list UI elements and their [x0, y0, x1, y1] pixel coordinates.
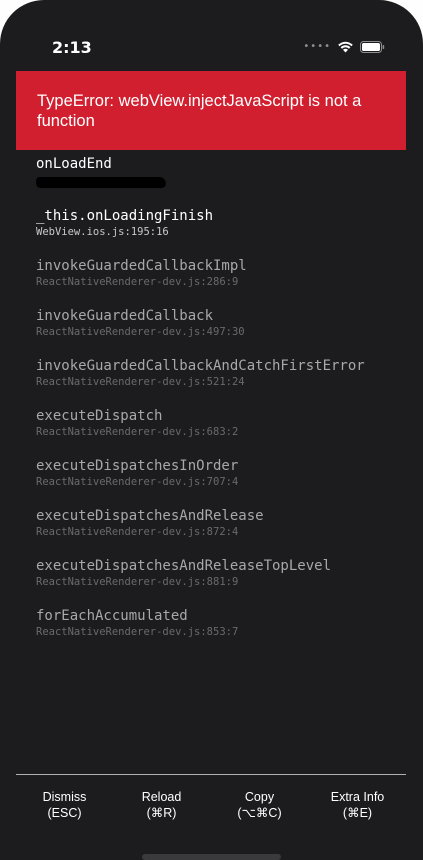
status-time: 2:13	[52, 38, 92, 57]
dismiss-button[interactable]: Dismiss (ESC)	[17, 789, 112, 821]
extra-info-button[interactable]: Extra Info (⌘E)	[310, 789, 405, 821]
wifi-icon	[337, 40, 354, 53]
stack-frame[interactable]: invokeGuardedCallbackImpl ReactNativeRen…	[36, 257, 416, 289]
frame-file: ReactNativeRenderer-dev.js:683:2	[36, 426, 239, 438]
stack-frame[interactable]: invokeGuardedCallbackAndCatchFirstError …	[36, 357, 416, 389]
dismiss-label: Dismiss	[42, 790, 87, 804]
frame-file: ReactNativeRenderer-dev.js:497:30	[36, 326, 245, 338]
frame-method: invokeGuardedCallback	[36, 308, 214, 324]
redbox-error-screen: 2:13 •••• TypeError: webView.injectJavaS…	[0, 0, 423, 860]
error-message: TypeError: webView.injectJavaScript is n…	[37, 92, 362, 130]
redacted-file-scribble	[35, 177, 167, 188]
frame-method: executeDispatchesAndReleaseTopLevel	[36, 558, 332, 574]
status-bar: 2:13 ••••	[0, 0, 423, 70]
frame-file: ReactNativeRenderer-dev.js:881:9	[36, 576, 239, 588]
stack-frame[interactable]: forEachAccumulated ReactNativeRenderer-d…	[36, 607, 416, 639]
redbox-footer: Dismiss (ESC) Reload (⌘R) Copy (⌥⌘C) Ext…	[16, 774, 406, 835]
stack-frame[interactable]: executeDispatchesAndRelease ReactNativeR…	[36, 507, 416, 539]
frame-method: executeDispatch	[36, 408, 163, 424]
reload-button[interactable]: Reload (⌘R)	[114, 789, 209, 821]
reload-label: Reload	[141, 790, 182, 804]
cellular-signal-icon: ••••	[303, 40, 331, 52]
frame-method: invokeGuardedCallbackAndCatchFirstError	[36, 358, 365, 374]
frame-file: ReactNativeRenderer-dev.js:521:24	[36, 376, 245, 388]
frame-method: executeDispatchesAndRelease	[36, 508, 264, 524]
stack-frame[interactable]: _this.onLoadingFinish WebView.ios.js:195…	[36, 207, 416, 239]
frame-method: _this.onLoadingFinish	[36, 208, 214, 224]
frame-method: invokeGuardedCallbackImpl	[36, 258, 247, 274]
frame-file: ReactNativeRenderer-dev.js:707:4	[36, 476, 239, 488]
frame-method: onLoadEnd	[36, 156, 112, 172]
frame-method: forEachAccumulated	[36, 608, 188, 624]
copy-button[interactable]: Copy (⌥⌘C)	[212, 789, 307, 821]
battery-icon	[360, 40, 385, 53]
stack-frame[interactable]: executeDispatchesAndReleaseTopLevel Reac…	[36, 557, 416, 589]
extra-info-shortcut: (⌘E)	[342, 806, 373, 820]
stack-frame[interactable]: onLoadEnd	[35, 155, 416, 188]
home-indicator	[142, 854, 281, 860]
copy-shortcut: (⌥⌘C)	[237, 806, 282, 820]
frame-file: WebView.ios.js:195:16	[36, 226, 169, 238]
frame-file: ReactNativeRenderer-dev.js:286:9	[36, 276, 239, 288]
stack-frame[interactable]: invokeGuardedCallback ReactNativeRendere…	[36, 307, 416, 339]
stack-frame[interactable]: executeDispatch ReactNativeRenderer-dev.…	[36, 407, 416, 439]
status-icons: ••••	[303, 40, 385, 53]
error-banner: TypeError: webView.injectJavaScript is n…	[16, 71, 406, 150]
dismiss-shortcut: (ESC)	[47, 806, 82, 820]
frame-file: ReactNativeRenderer-dev.js:872:4	[36, 526, 239, 538]
frame-file: ReactNativeRenderer-dev.js:853:7	[36, 626, 239, 638]
reload-shortcut: (⌘R)	[146, 806, 177, 820]
stack-frame[interactable]: executeDispatchesInOrder ReactNativeRend…	[36, 457, 416, 489]
copy-label: Copy	[244, 790, 275, 804]
extra-info-label: Extra Info	[330, 790, 385, 804]
frame-method: executeDispatchesInOrder	[36, 458, 239, 474]
